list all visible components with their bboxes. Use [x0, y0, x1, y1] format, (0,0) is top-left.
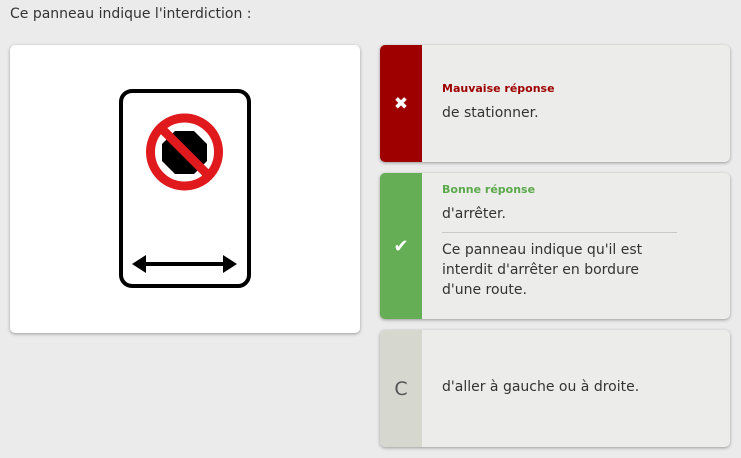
answer-text: d'arrêter.: [442, 206, 506, 222]
no-stopping-sign-icon: [119, 89, 251, 288]
answer-text: d'aller à gauche ou à droite.: [442, 379, 640, 395]
option-letter: C: [380, 330, 422, 447]
cross-icon: ✖: [380, 45, 422, 162]
answer-option-b[interactable]: ✔ Bonne réponse d'arrêter. Ce panneau in…: [380, 173, 730, 319]
divider: [442, 232, 677, 233]
answer-status: Mauvaise réponse: [442, 82, 555, 95]
answer-option-a[interactable]: ✖ Mauvaise réponse de stationner.: [380, 45, 730, 162]
check-icon: ✔: [380, 173, 422, 319]
sign-image-card: [10, 45, 360, 333]
answer-text: de stationner.: [442, 105, 539, 121]
question-text: Ce panneau indique l'interdiction :: [10, 6, 252, 22]
answer-explanation: Ce panneau indique qu'il est interdit d'…: [442, 242, 643, 298]
answer-option-c[interactable]: C d'aller à gauche ou à droite.: [380, 330, 730, 447]
answer-status: Bonne réponse: [442, 183, 536, 196]
